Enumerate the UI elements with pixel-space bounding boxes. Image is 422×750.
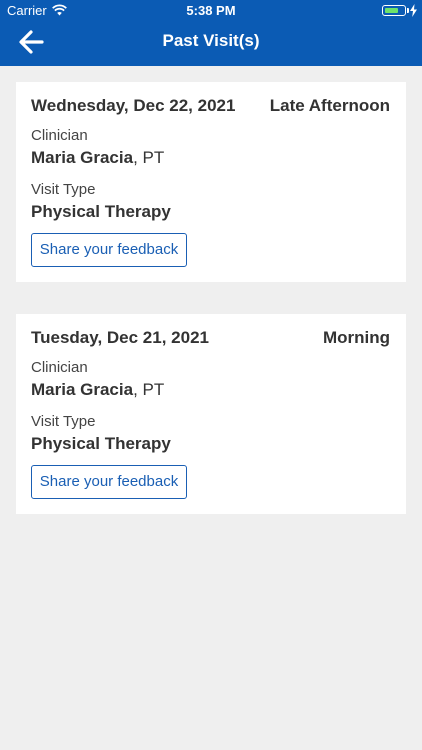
clinician-value: Maria Gracia, PT [31,380,164,400]
battery-icon [382,5,406,16]
clinician-label: Clinician [31,127,88,144]
share-feedback-button[interactable]: Share your feedback [31,233,187,267]
clinician-credential: , PT [133,380,165,399]
visit-card: Wednesday, Dec 22, 2021 Late Afternoon C… [16,82,406,282]
visit-time-of-day: Late Afternoon [269,96,390,115]
share-feedback-button[interactable]: Share your feedback [31,465,187,499]
visit-time-of-day: Morning [322,328,390,347]
visit-type-value: Physical Therapy [31,434,171,453]
status-time: 5:38 PM [186,3,236,18]
clinician-credential: , PT [133,148,165,167]
clinician-value: Maria Gracia, PT [31,148,164,168]
visit-type-label: Visit Type [31,413,96,430]
past-visits-screen: Carrier 5:38 PM Past Visit(s) Wednesday,… [0,0,422,750]
clinician-name: Maria Gracia [31,380,134,399]
status-bar: Carrier 5:38 PM [0,0,422,22]
battery-level [384,7,398,13]
visit-card: Tuesday, Dec 21, 2021 Morning Clinician … [16,314,406,514]
navigation-header: Carrier 5:38 PM Past Visit(s) [0,0,422,66]
clinician-label: Clinician [31,359,88,376]
visit-type-value: Physical Therapy [31,202,171,221]
visit-type-label: Visit Type [31,181,96,198]
charging-bolt-icon [410,4,417,17]
page-title: Past Visit(s) [162,31,260,50]
visit-date: Tuesday, Dec 21, 2021 [31,328,209,347]
visit-date: Wednesday, Dec 22, 2021 [31,96,236,115]
clinician-name: Maria Gracia [31,148,134,167]
battery-tip [407,8,409,13]
